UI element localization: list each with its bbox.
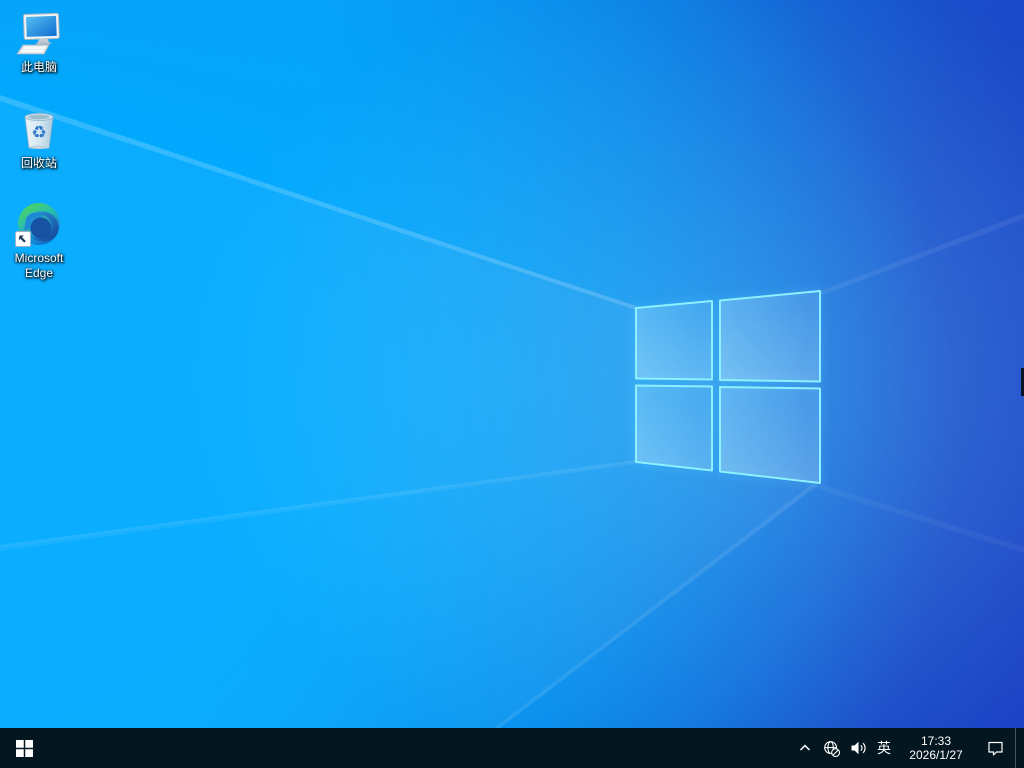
shortcut-arrow-icon	[15, 231, 31, 247]
action-center-icon	[987, 741, 1003, 756]
taskbar: 英 17:33 2026/1/27	[0, 728, 1024, 768]
desktop-icon-microsoft-edge[interactable]: Microsoft Edge	[1, 201, 77, 281]
clock-date: 2026/1/27	[909, 748, 963, 762]
chevron-up-icon	[799, 744, 811, 751]
network-status-button[interactable]	[817, 728, 845, 768]
ime-language-indicator[interactable]: 英	[871, 728, 897, 768]
svg-text:♻: ♻	[31, 123, 46, 143]
taskbar-clock[interactable]: 17:33 2026/1/27	[897, 728, 975, 768]
clock-time: 17:33	[920, 734, 952, 748]
icon-label-recycle-bin: 回收站	[20, 156, 57, 170]
globe-no-internet-icon	[823, 740, 840, 757]
windows-logo-icon	[15, 739, 33, 757]
show-desktop-button[interactable]	[1015, 728, 1024, 768]
show-hidden-icons-button[interactable]	[793, 728, 817, 768]
this-pc-icon	[16, 12, 60, 55]
recycle-bin-icon: ♻	[24, 113, 54, 149]
volume-button[interactable]	[845, 728, 871, 768]
icon-label-edge-line2: Edge	[24, 266, 54, 280]
desktop[interactable]: 此电脑 ♻ 回收站 Microsoft Edge	[0, 0, 1024, 728]
windows-logo-watermark	[635, 290, 821, 484]
desktop-icon-recycle-bin[interactable]: ♻ 回收站	[1, 106, 77, 171]
screen: 此电脑 ♻ 回收站 Microsoft Edge 英 17:33 2026/1/…	[0, 0, 1024, 768]
icon-label-edge-line1: Microsoft	[14, 251, 64, 265]
action-center-button[interactable]	[975, 728, 1015, 768]
start-button[interactable]	[0, 728, 48, 768]
speaker-icon	[851, 741, 866, 755]
icon-label-this-pc: 此电脑	[20, 60, 57, 74]
system-tray: 英 17:33 2026/1/27	[793, 728, 1024, 768]
taskbar-empty-area	[48, 728, 793, 768]
desktop-icon-this-pc[interactable]: 此电脑	[1, 10, 77, 75]
